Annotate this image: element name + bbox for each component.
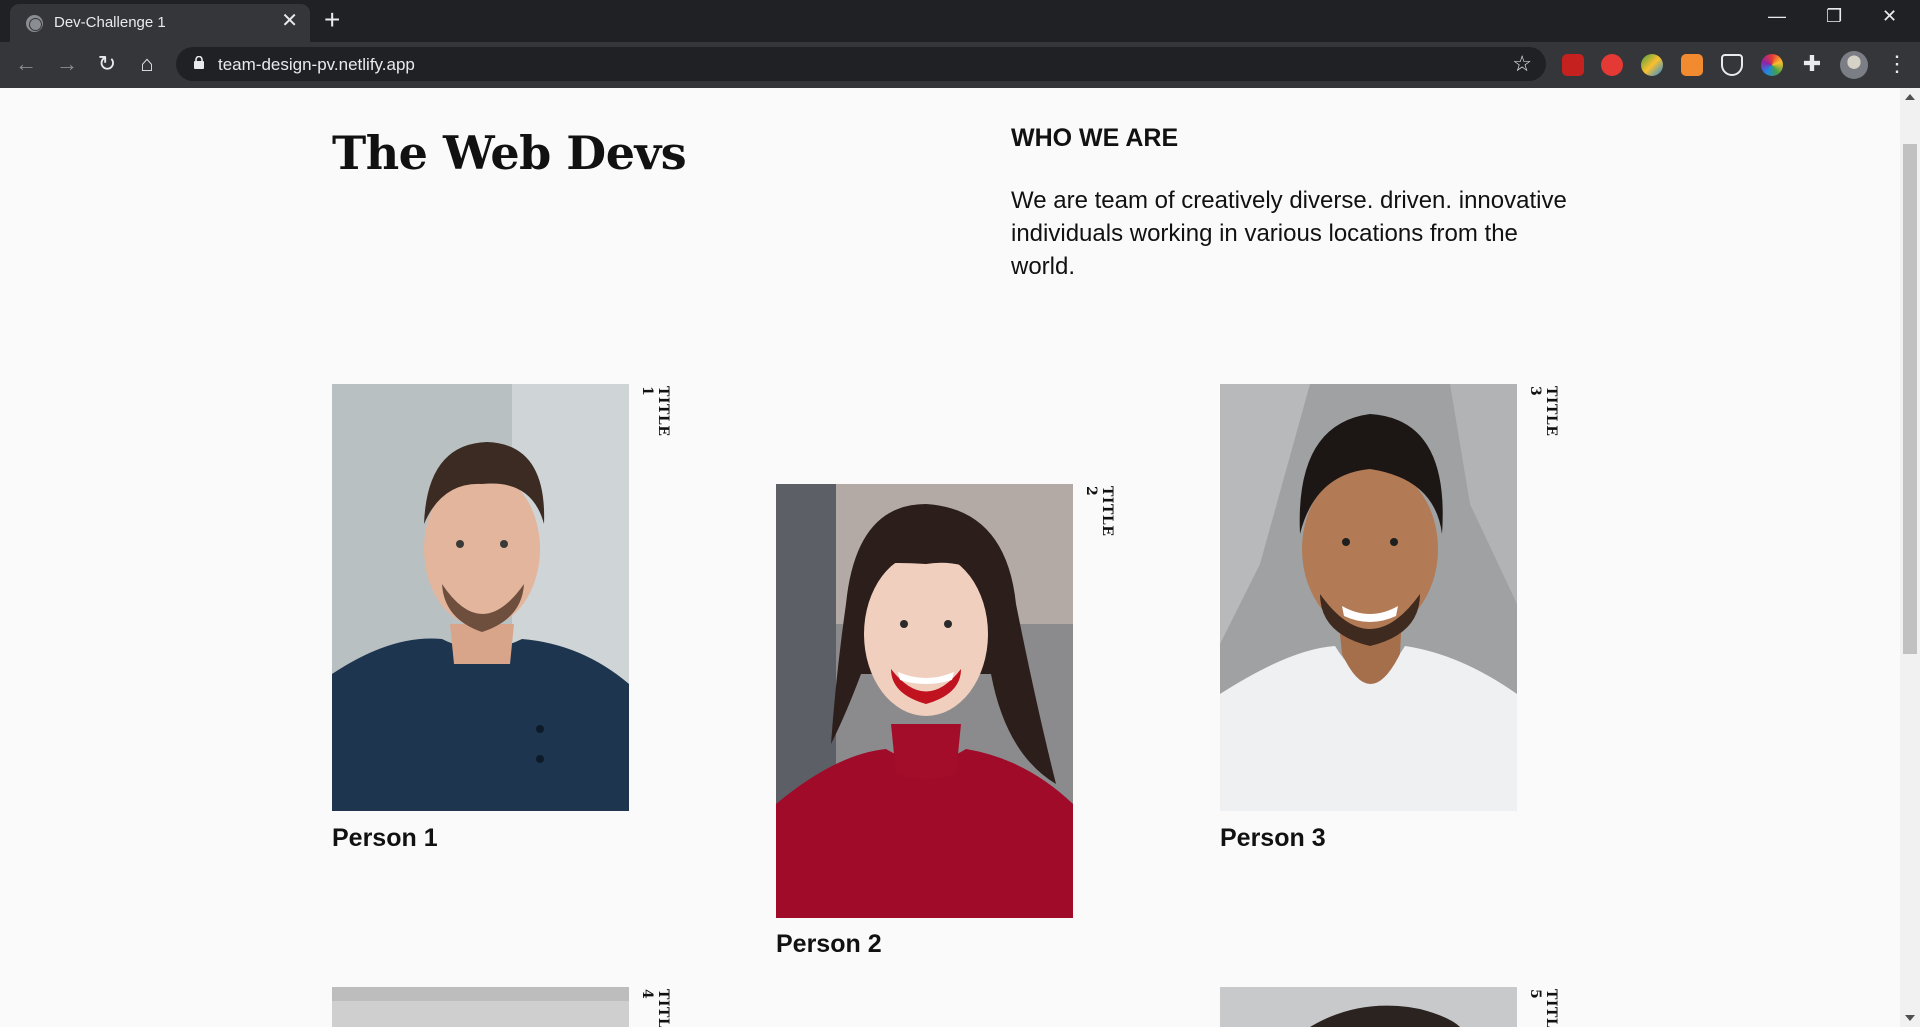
scrollbar-thumb[interactable] xyxy=(1903,144,1917,654)
reload-icon[interactable]: ↻ xyxy=(95,52,119,76)
team-photo xyxy=(1220,384,1517,811)
site-title: The Web Devs xyxy=(332,126,687,180)
team-photo xyxy=(1220,987,1517,1027)
extensions-puzzle-icon[interactable]: ✚ xyxy=(1800,52,1824,76)
minimize-icon[interactable]: — xyxy=(1768,6,1786,27)
forward-icon[interactable]: → xyxy=(55,52,79,76)
new-tab-icon[interactable]: + xyxy=(324,6,340,34)
team-photo xyxy=(332,384,629,811)
tab-title: Dev-Challenge 1 xyxy=(54,14,166,31)
home-icon[interactable]: ⌂ xyxy=(135,52,159,76)
extension-icon[interactable] xyxy=(1681,54,1703,76)
bookmark-star-icon[interactable]: ☆ xyxy=(1512,51,1532,77)
shield-extension-icon[interactable] xyxy=(1721,54,1743,76)
member-title: TITLE 1 xyxy=(639,386,671,437)
member-title: TITLE 2 xyxy=(1083,486,1115,537)
close-tab-icon[interactable]: ✕ xyxy=(281,11,298,31)
pdf-extension-icon[interactable] xyxy=(1562,54,1584,76)
color-picker-extension-icon[interactable] xyxy=(1761,54,1783,76)
member-name: Person 3 xyxy=(1220,824,1326,852)
team-photo xyxy=(332,987,629,1027)
member-name: Person 2 xyxy=(776,930,882,958)
restore-icon[interactable]: ❐ xyxy=(1826,6,1842,27)
scroll-up-icon[interactable] xyxy=(1905,94,1915,100)
member-title: TITLE 4 xyxy=(639,989,671,1027)
browser-toolbar: ← → ↻ ⌂ team-design-pv.netlify.app ☆ ✚ ⋮ xyxy=(0,42,1920,88)
browser-tab-strip: Dev-Challenge 1 ✕ + — ❐ ✕ xyxy=(0,0,1920,42)
about-text: We are team of creatively diverse. drive… xyxy=(1011,187,1567,280)
close-window-icon[interactable]: ✕ xyxy=(1882,6,1897,27)
member-title: TITLE 5 xyxy=(1527,989,1559,1027)
page-content: The Web Devs WHO WE ARE We are team of c… xyxy=(0,88,1900,1027)
about-heading: WHO WE ARE xyxy=(1011,124,1179,152)
member-title: TITLE 3 xyxy=(1527,386,1559,437)
globe-icon xyxy=(26,15,43,32)
address-bar[interactable]: team-design-pv.netlify.app ☆ xyxy=(176,47,1546,81)
extension-icon[interactable] xyxy=(1641,54,1663,76)
more-menu-icon[interactable]: ⋮ xyxy=(1886,52,1908,76)
adblock-extension-icon[interactable] xyxy=(1601,54,1623,76)
page-scrollbar[interactable] xyxy=(1900,88,1920,1027)
team-photo xyxy=(776,484,1073,918)
profile-avatar[interactable] xyxy=(1840,51,1868,79)
browser-tab[interactable]: Dev-Challenge 1 ✕ xyxy=(10,4,310,42)
scroll-down-icon[interactable] xyxy=(1905,1015,1915,1021)
member-name: Person 1 xyxy=(332,824,438,852)
url-text: team-design-pv.netlify.app xyxy=(218,55,415,74)
back-icon[interactable]: ← xyxy=(14,52,38,76)
lock-icon xyxy=(194,56,204,69)
